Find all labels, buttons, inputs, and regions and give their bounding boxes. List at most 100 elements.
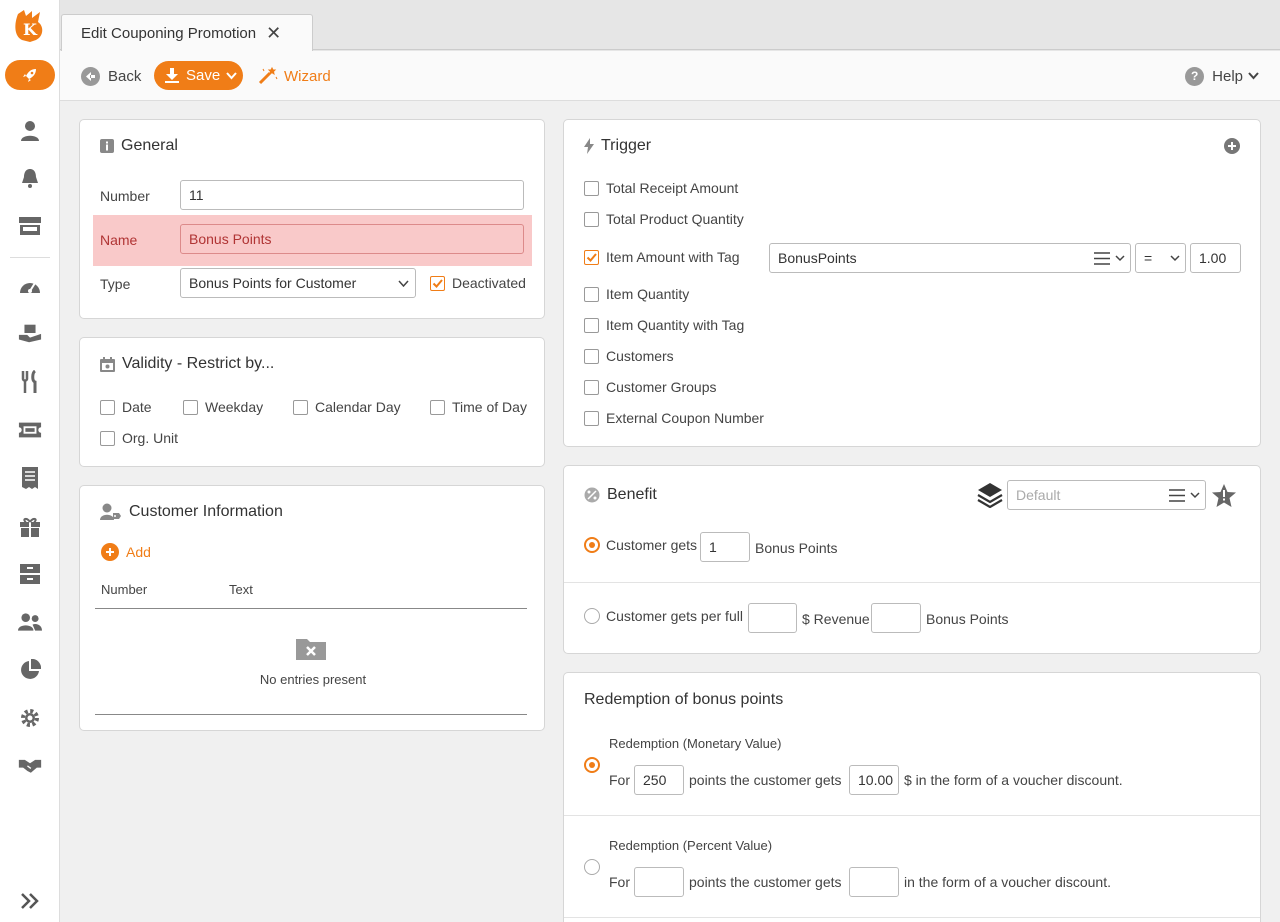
validity-time-of-day-checkbox[interactable]: Time of Day [430,399,527,415]
trigger-total-product-quantity[interactable]: Total Product Quantity [584,211,744,227]
close-icon[interactable]: ✕ [266,23,281,44]
monetary-points-input[interactable]: 250 [634,765,684,795]
redemption-bottom-divider [564,917,1260,918]
tag-select[interactable]: BonusPoints [769,243,1131,273]
redemption-monetary-radio[interactable] [584,757,600,773]
validity-weekday-checkbox[interactable]: Weekday [183,399,263,415]
general-title-text: General [121,137,178,154]
deactivated-checkbox[interactable]: Deactivated [430,275,526,291]
validity-org-unit-checkbox[interactable]: Org. Unit [100,430,178,446]
layers-icon[interactable] [977,482,1003,511]
checkbox[interactable] [584,211,599,227]
checkbox[interactable] [584,317,599,333]
benefit-option-fixed-radio[interactable] [584,537,600,553]
pie-chart-icon[interactable] [18,658,42,682]
trigger-item-quantity[interactable]: Item Quantity [584,286,689,302]
default-select[interactable]: Default [1007,480,1206,510]
save-button[interactable]: Save [154,61,243,90]
back-button[interactable]: Back [81,65,141,87]
checkbox[interactable] [293,399,308,415]
gear-icon[interactable] [18,706,42,730]
benefit-option-revenue-radio[interactable] [584,608,600,624]
help-label: Help [1212,67,1243,85]
benefit-title: Benefit [584,486,657,504]
toolbar: Back Save Wizard ? Help [60,51,1280,101]
archive-icon[interactable] [18,562,42,586]
checkbox-checked[interactable] [584,249,599,265]
trigger-item-amount-with-tag[interactable]: Item Amount with Tag [584,249,740,265]
name-input[interactable]: Bonus Points [180,224,524,254]
add-trigger-icon[interactable] [1224,138,1240,154]
operator-select[interactable]: = [1135,243,1186,273]
trigger-external-coupon-number[interactable]: External Coupon Number [584,410,764,426]
users-icon[interactable] [18,610,42,634]
redemption-percent-radio[interactable] [584,859,600,875]
benefit-revenue-points-input[interactable] [871,603,921,633]
add-button[interactable]: Add [101,543,151,561]
checkbox[interactable] [584,379,599,395]
benefit-revenue-input[interactable] [748,603,797,633]
percent-points-input[interactable] [634,867,684,897]
redemption-title: Redemption of bonus points [584,691,784,708]
receipt-icon[interactable] [18,466,42,490]
chevron-down-icon [1248,72,1259,80]
checkbox-checked[interactable] [430,275,445,291]
general-panel: General Number 11 Name Bonus Points Type… [79,119,545,319]
wizard-button[interactable]: Wizard [258,65,331,87]
trigger-title: Trigger [584,137,651,155]
checkbox[interactable] [430,399,445,415]
trigger-amount-input[interactable]: 1.00 [1190,243,1241,273]
operator-select-value: = [1144,250,1153,266]
add-label: Add [126,544,151,560]
expand-sidebar-icon[interactable] [18,889,42,913]
type-select[interactable]: Bonus Points for Customer [180,268,416,298]
percent-mid: points the customer gets [689,874,842,890]
monetary-mid: points the customer gets [689,772,842,788]
checkbox[interactable] [584,410,599,426]
star-exclamation-icon[interactable] [1211,484,1237,511]
checkbox[interactable] [183,399,198,415]
benefit-option1-prefix: Customer gets [606,537,698,553]
chevron-down-icon [226,71,237,80]
app-logo[interactable]: K [10,8,50,44]
dashboard-icon[interactable] [18,274,42,298]
tab-title: Edit Couponing Promotion [81,24,257,42]
utensils-icon[interactable] [18,370,42,394]
handshake-icon[interactable] [18,753,42,777]
customer-info-title: Customer Information [100,503,283,521]
ticket-icon[interactable] [18,418,42,442]
checkbox[interactable] [584,286,599,302]
bell-icon[interactable] [18,166,42,190]
percent-value-input[interactable] [849,867,899,897]
redemption-divider [564,815,1260,816]
magic-wand-icon [258,67,278,85]
rocket-icon[interactable] [5,60,55,90]
gift-icon[interactable] [18,514,42,538]
tab-edit-couponing-promotion[interactable]: Edit Couponing Promotion ✕ [61,14,313,51]
chevron-down-icon [1190,492,1200,499]
checkbox[interactable] [584,348,599,364]
benefit-points-input[interactable]: 1 [700,532,750,562]
box-hands-icon[interactable] [18,321,42,345]
number-input[interactable]: 11 [180,180,524,210]
benefit-option2-prefix: Customer gets per full [606,608,743,624]
validity-calendar-day-checkbox[interactable]: Calendar Day [293,399,401,415]
trigger-item-quantity-with-tag[interactable]: Item Quantity with Tag [584,317,744,333]
checkbox[interactable] [584,180,599,196]
checkbox[interactable] [100,399,115,415]
trigger-total-receipt-amount[interactable]: Total Receipt Amount [584,180,738,196]
trigger-panel: Trigger Total Receipt Amount Total Produ… [563,119,1261,447]
monetary-value-input[interactable]: 10.00 [849,765,899,795]
trigger-option-label: Item Quantity [606,286,690,302]
user-icon[interactable] [18,119,42,143]
store-icon[interactable] [18,214,42,238]
checkbox[interactable] [100,430,115,446]
tab-bar: Edit Couponing Promotion ✕ [60,0,1280,51]
validity-date-checkbox[interactable]: Date [100,399,152,415]
monetary-title: Redemption (Monetary Value) [609,736,782,751]
trigger-customers[interactable]: Customers [584,348,674,364]
save-label: Save [186,67,221,84]
tag-select-value: BonusPoints [778,250,857,266]
help-button[interactable]: ? Help [1185,65,1259,87]
trigger-customer-groups[interactable]: Customer Groups [584,379,716,395]
